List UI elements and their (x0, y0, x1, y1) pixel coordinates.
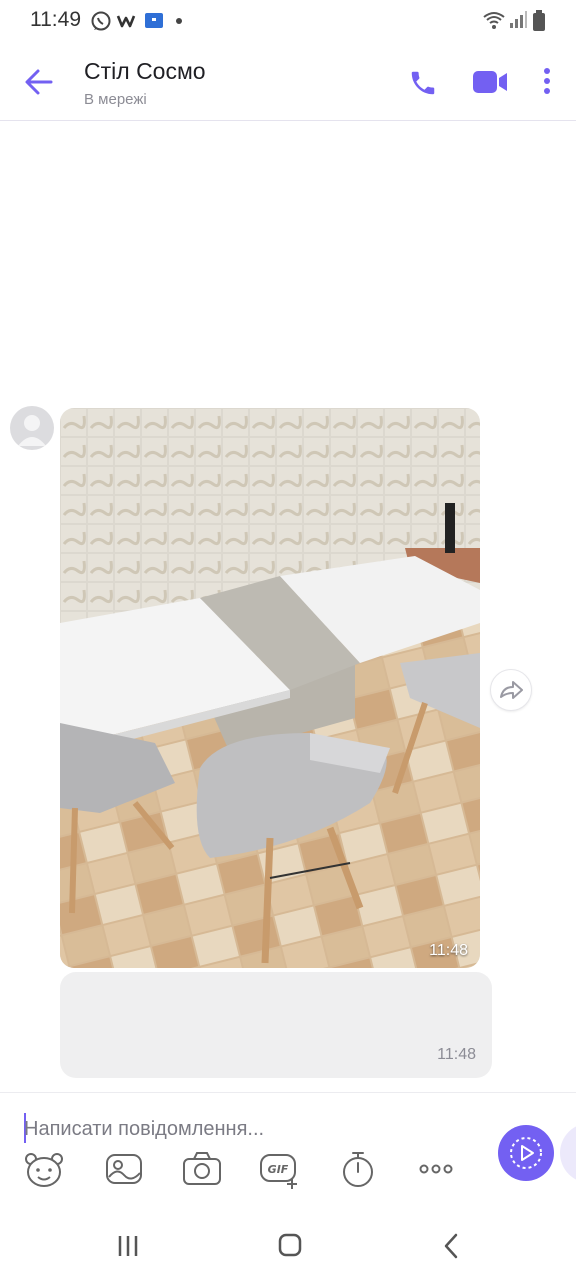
send-button[interactable] (498, 1125, 554, 1181)
viber-notification-icon (91, 11, 111, 31)
timer-icon[interactable] (336, 1147, 380, 1191)
table-and-chairs-photo (60, 408, 480, 968)
photo-message[interactable]: 11:48 (60, 408, 480, 968)
cellular-signal-icon (510, 11, 527, 28)
text-message-time: 11:48 (437, 1046, 476, 1063)
secondary-action-peek[interactable] (560, 1123, 576, 1183)
message-composer: GIF (0, 1092, 576, 1201)
camera-icon[interactable] (180, 1147, 224, 1191)
more-tools-icon[interactable] (414, 1147, 458, 1191)
chat-header: Стіл Cocмо В мережі (0, 44, 576, 121)
message-input[interactable] (24, 1115, 464, 1143)
status-time: 11:49 (30, 8, 81, 31)
back-nav-icon[interactable] (432, 1228, 472, 1264)
more-notifications-dot-icon (176, 18, 182, 24)
photo-message-time: 11:48 (429, 942, 468, 959)
recent-apps-icon[interactable] (108, 1228, 148, 1264)
system-navigation-bar (0, 1210, 576, 1280)
forward-button[interactable] (490, 669, 532, 711)
back-arrow-icon[interactable] (24, 68, 54, 96)
default-avatar-icon (18, 415, 46, 446)
wifi-icon (483, 12, 505, 29)
chat-online-status: В мережі (84, 91, 147, 108)
wallet-notification-icon (116, 15, 136, 28)
files-notification-icon (145, 13, 163, 28)
gif-icon[interactable]: GIF (258, 1147, 302, 1191)
sticker-bear-icon[interactable] (22, 1147, 66, 1191)
status-bar: 11:49 (0, 0, 576, 44)
sender-avatar[interactable] (10, 406, 54, 450)
more-options-icon[interactable] (536, 66, 558, 98)
text-message-bubble[interactable]: 11:48 (60, 972, 492, 1078)
video-call-icon[interactable] (470, 68, 510, 96)
send-icon (510, 1137, 542, 1169)
svg-text:GIF: GIF (268, 1163, 289, 1176)
forward-arrow-icon (500, 681, 523, 699)
battery-icon (533, 10, 545, 31)
home-icon[interactable] (270, 1228, 310, 1264)
voice-call-icon[interactable] (408, 68, 438, 98)
chat-title[interactable]: Стіл Cocмо (84, 58, 206, 85)
gallery-icon[interactable] (102, 1147, 146, 1191)
